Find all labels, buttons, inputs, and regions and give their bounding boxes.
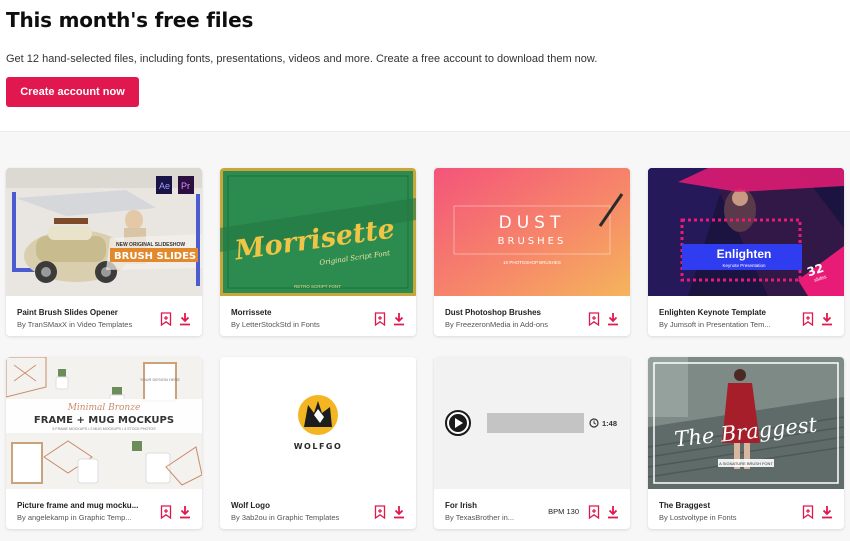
card-title[interactable]: Enlighten Keynote Template	[659, 308, 794, 317]
bookmark-icon[interactable]	[588, 505, 600, 519]
download-icon[interactable]	[821, 505, 833, 519]
thumb-subtitle: NEW ORIGINAL SLIDESHOW	[116, 242, 185, 248]
card-meta: Dust Photoshop Brushes By FreezeronMedia…	[434, 296, 630, 336]
bookmark-icon[interactable]	[802, 312, 814, 326]
file-card-wolf-logo[interactable]: WOLFGO Wolf Logo By 3ab2ou in Graphic Te…	[220, 357, 416, 529]
bookmark-icon[interactable]	[802, 505, 814, 519]
bookmark-icon[interactable]	[160, 505, 172, 519]
thumb-small: A SIGNATURE BRUSH FONT	[719, 461, 773, 466]
bookmark-icon[interactable]	[588, 312, 600, 326]
bookmark-icon[interactable]	[374, 312, 386, 326]
download-icon[interactable]	[393, 505, 405, 519]
thumb-subtitle: Keynote Presentation	[722, 263, 766, 268]
file-card-the-braggest[interactable]: The Braggest A SIGNATURE BRUSH FONT The …	[648, 357, 844, 529]
thumb-title: Enlighten	[717, 247, 772, 261]
file-card-for-irish-audio[interactable]: 1:48 For Irish By TexasBrother in... BPM…	[434, 357, 630, 529]
download-icon[interactable]	[821, 312, 833, 326]
file-card-dust-brushes[interactable]: DUST BRUSHES 10 PHOTOSHOP BRUSHES Dust P…	[434, 168, 630, 336]
card-title[interactable]: The Braggest	[659, 501, 794, 510]
card-thumbnail[interactable]: DUST BRUSHES 10 PHOTOSHOP BRUSHES	[434, 168, 630, 296]
card-title[interactable]: Morrissete	[231, 308, 366, 317]
card-author[interactable]: By angelekamp in Graphic Temp...	[17, 513, 157, 522]
card-meta: Wolf Logo By 3ab2ou in Graphic Templates	[220, 489, 416, 529]
file-card-enlighten-keynote[interactable]: Enlighten Keynote Presentation 32 slides…	[648, 168, 844, 336]
ae-badge: Ae	[159, 181, 170, 191]
page-subtitle: Get 12 hand-selected files, including fo…	[6, 53, 598, 65]
card-author[interactable]: By LetterStockStd in Fonts	[231, 320, 371, 329]
card-meta: Enlighten Keynote Template By Jumsoft in…	[648, 296, 844, 336]
card-meta: Paint Brush Slides Opener By TranSMaxX i…	[6, 296, 202, 336]
thumb-title: DUST	[499, 213, 566, 233]
card-meta: Picture frame and mug mocku... By angele…	[6, 489, 202, 529]
audio-waveform[interactable]	[487, 413, 584, 433]
thumb-small: 10 PHOTOSHOP BRUSHES	[503, 260, 561, 265]
file-card-morrissete[interactable]: Morrisette Original Script Font RETRO SC…	[220, 168, 416, 336]
card-thumbnail[interactable]: Ae Pr NEW ORIGINAL SLIDESHOW BRUSH SLIDE…	[6, 168, 202, 296]
thumb-small: RETRO SCRIPT FONT	[294, 284, 341, 289]
create-account-button[interactable]: Create account now	[6, 77, 139, 107]
file-card-frame-mug-mockups[interactable]: YOUR DESIGN HERE Minimal Bronze FRAME + …	[6, 357, 202, 529]
download-icon[interactable]	[179, 505, 191, 519]
card-title[interactable]: Paint Brush Slides Opener	[17, 308, 152, 317]
audio-duration: 1:48	[602, 419, 617, 428]
logo-wordmark: WOLFGO	[294, 442, 343, 451]
card-author[interactable]: By TranSMaxX in Video Templates	[17, 320, 157, 329]
download-icon[interactable]	[607, 312, 619, 326]
card-thumbnail[interactable]: WOLFGO	[220, 357, 416, 489]
card-title[interactable]: Dust Photoshop Brushes	[445, 308, 580, 317]
bookmark-icon[interactable]	[374, 505, 386, 519]
thumb-small: 5 FRAME MOCKUPS • 2 MUG MOCKUPS • 4 STOC…	[52, 427, 156, 431]
card-author[interactable]: By TexasBrother in...	[445, 513, 525, 522]
bpm-label: BPM 130	[548, 507, 579, 516]
hero-section: This month's free files Get 12 hand-sele…	[0, 0, 850, 131]
card-meta: The Braggest By Lostvoltype in Fonts	[648, 489, 844, 529]
card-meta: Morrissete By LetterStockStd in Fonts	[220, 296, 416, 336]
download-icon[interactable]	[179, 312, 191, 326]
card-thumbnail[interactable]: YOUR DESIGN HERE Minimal Bronze FRAME + …	[6, 357, 202, 489]
card-author[interactable]: By 3ab2ou in Graphic Templates	[231, 513, 371, 522]
card-thumbnail[interactable]: Morrisette Original Script Font RETRO SC…	[220, 168, 416, 296]
card-title[interactable]: Picture frame and mug mocku...	[17, 501, 152, 510]
card-thumbnail[interactable]: The Braggest A SIGNATURE BRUSH FONT	[648, 357, 844, 489]
thumb-title: BRUSH SLIDES	[114, 251, 196, 262]
card-title[interactable]: Wolf Logo	[231, 501, 366, 510]
card-meta: For Irish By TexasBrother in... BPM 130	[434, 489, 630, 529]
card-author[interactable]: By Lostvoltype in Fonts	[659, 513, 799, 522]
frame-placeholder-text: YOUR DESIGN HERE	[140, 377, 181, 382]
card-thumbnail[interactable]: Enlighten Keynote Presentation 32 slides	[648, 168, 844, 296]
bookmark-icon[interactable]	[160, 312, 172, 326]
pr-badge: Pr	[181, 181, 190, 191]
page-title: This month's free files	[6, 8, 254, 32]
thumb-script: Minimal Bronze	[67, 403, 141, 413]
download-icon[interactable]	[393, 312, 405, 326]
card-author[interactable]: By FreezeronMedia in Add-ons	[445, 320, 585, 329]
play-button[interactable]	[445, 410, 471, 436]
card-thumbnail: 1:48	[434, 357, 630, 489]
thumb-subtitle: BRUSHES	[498, 236, 567, 247]
thumb-title: FRAME + MUG MOCKUPS	[34, 415, 174, 426]
download-icon[interactable]	[607, 505, 619, 519]
card-author[interactable]: By Jumsoft in Presentation Tem...	[659, 320, 799, 329]
file-card-paint-brush-slides[interactable]: Ae Pr NEW ORIGINAL SLIDESHOW BRUSH SLIDE…	[6, 168, 202, 336]
